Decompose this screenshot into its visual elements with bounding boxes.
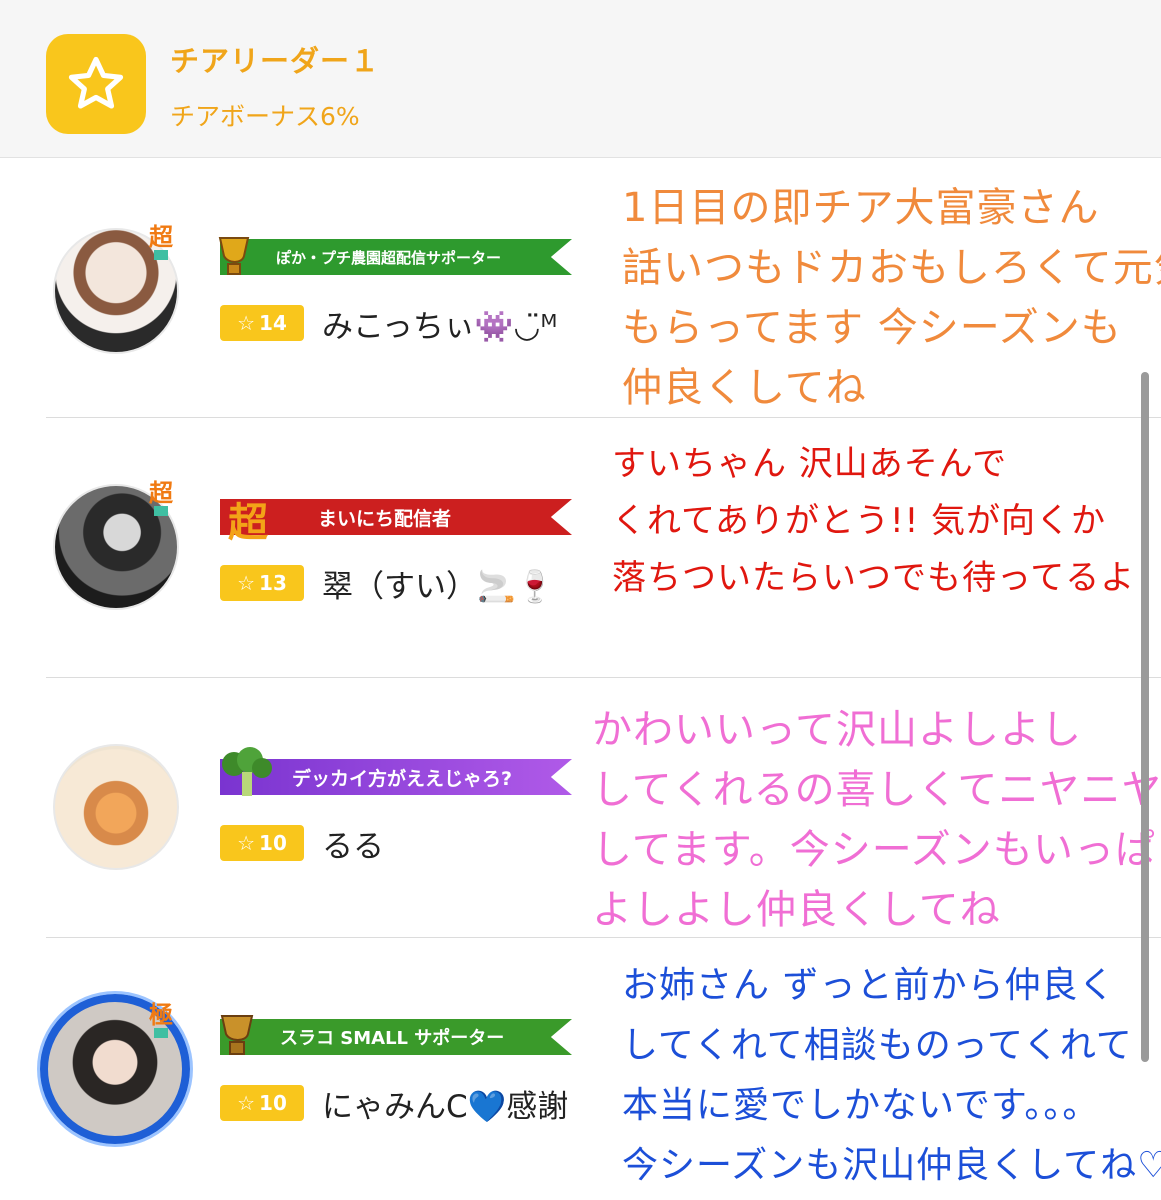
star-count-badge: ☆ 10: [220, 825, 304, 861]
star-count-badge: ☆ 13: [220, 565, 304, 601]
trophy-icon: [220, 1015, 254, 1055]
list-item[interactable]: 超 ぽか・プチ農園超配信サポーター ☆ 14 みこっちぃ👾◡̈ᴹ 1日目の即チア大…: [46, 158, 1161, 418]
super-badge-icon: 超: [228, 500, 268, 546]
rank-title: チアリーダー１: [170, 44, 381, 78]
supporter-banner: 超 まいにち配信者: [220, 494, 572, 546]
grade-badge: 極: [144, 1000, 178, 1040]
avatar[interactable]: [53, 744, 179, 870]
supporter-banner: ぽか・プチ農園超配信サポーター: [218, 234, 572, 280]
star-outline-icon: ☆: [237, 311, 256, 335]
trophy-icon: [218, 237, 250, 275]
user-name: みこっちぃ👾◡̈ᴹ: [322, 309, 558, 345]
supporter-banner: デッカイ方がええじゃろ?: [220, 747, 572, 800]
star-outline-icon: ☆: [237, 831, 256, 855]
star-outline-icon: ☆: [237, 571, 256, 595]
cheer-bonus-text: チアボーナス6%: [170, 102, 360, 131]
grade-badge: 超: [144, 222, 178, 262]
star-count-badge: ☆ 14: [220, 305, 304, 341]
star-outline-icon: ☆: [237, 1091, 256, 1115]
user-name: るる: [322, 829, 384, 865]
list-item[interactable]: 超 超 まいにち配信者 ☆ 13 翠（すい）🚬🍷 すいちゃん 沢山あそんで くれて…: [46, 418, 1161, 678]
scrollbar[interactable]: [1141, 372, 1149, 1062]
broccoli-icon: [222, 747, 272, 796]
cheerleader-header: チアリーダー１ チアボーナス6%: [0, 0, 1161, 158]
list-item[interactable]: 極 スラコ SMALL サポーター ☆ 10 にゃみんC💙感謝 お姉さん ずっと前…: [40, 938, 1161, 1198]
user-name: 翠（すい）🚬🍷: [322, 569, 555, 605]
supporter-banner: スラコ SMALL サポーター: [220, 1014, 572, 1060]
handwritten-message: かわいいって沢山よしよし してくれるの喜しくてニヤニヤ してます。今シーズンもい…: [592, 707, 1161, 933]
handwritten-message: すいちゃん 沢山あそんで くれてありがとう!! 気が向くか 落ちついたらいつでも…: [612, 444, 1136, 598]
handwritten-message: お姉さん ずっと前から仲良く してくれて相談ものってくれて 本当に愛でしかないで…: [622, 965, 1161, 1186]
list-item[interactable]: デッカイ方がええじゃろ? ☆ 10 るる かわいいって沢山よしよし してくれるの喜…: [46, 678, 1161, 938]
star-count-badge: ☆ 10: [220, 1085, 304, 1121]
user-name: にゃみんC💙感謝: [322, 1089, 569, 1125]
star-icon: [46, 34, 146, 134]
grade-badge: 超: [144, 478, 178, 518]
handwritten-message: 1日目の即チア大富豪さん 話いつもドカおもしろくて元気 もらってます 今シーズン…: [622, 185, 1161, 411]
